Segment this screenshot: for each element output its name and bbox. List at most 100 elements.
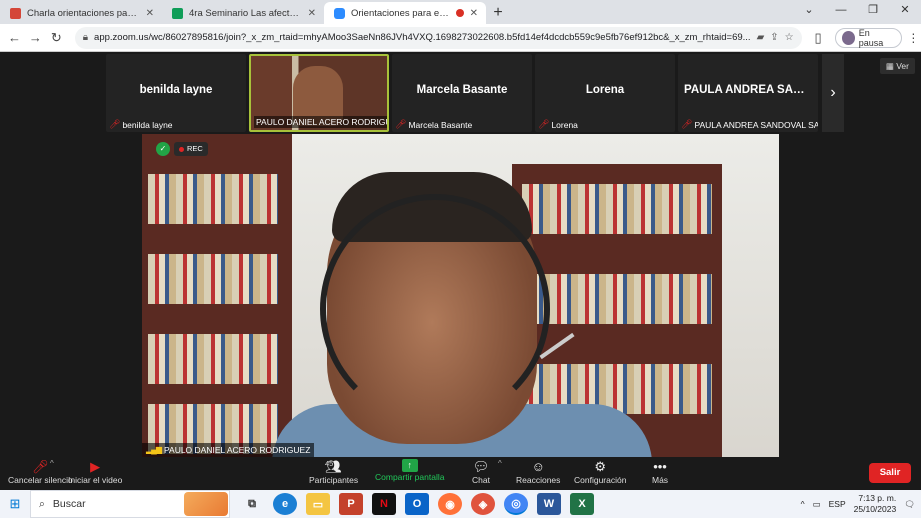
participant-tile[interactable]: PAULA ANDREA SAND... 🎤︎ PAULA ANDREA SAND… (678, 54, 818, 132)
unmute-label: Cancelar silencio (8, 475, 73, 485)
mic-muted-icon: 🎤︎ (395, 119, 407, 129)
new-tab-button[interactable]: + (486, 2, 510, 24)
chevron-down-icon[interactable]: ⌄ (793, 0, 825, 22)
settings-button[interactable]: ⚙ Configuración (574, 459, 626, 485)
recording-icon (455, 9, 464, 17)
reload-icon[interactable]: ↻ (46, 30, 67, 46)
participant-name: Lorena (585, 84, 625, 96)
participant-label: Lorena (551, 119, 578, 130)
close-window-icon[interactable]: ✕ (889, 0, 921, 22)
mic-muted-icon: 🎤︎ (32, 459, 49, 474)
time: 7:13 p. m. (858, 493, 897, 503)
url-field[interactable]: 🔒︎ app.zoom.us/wc/86027895816/join?_x_zm… (74, 26, 802, 49)
next-page-icon[interactable]: › (822, 54, 844, 132)
file-explorer-icon[interactable]: ▭ (306, 493, 330, 515)
chat-label: Chat (472, 475, 490, 485)
close-icon[interactable]: ✕ (308, 8, 316, 19)
profile-button[interactable]: En pausa (834, 27, 902, 48)
participant-name: Marcela Basante (416, 84, 508, 96)
windows-taskbar: ⊞ ⌕ Buscar ⧉ e ▭ P N O ◉ ◈ ◎ W X ^ ▭ ESP… (0, 490, 921, 518)
participant-name: PAULA ANDREA SAND... (684, 84, 818, 96)
view-button[interactable]: ▦ Ver (879, 58, 915, 74)
participants-button[interactable]: 👥︎ 45 Participantes (309, 459, 358, 485)
windows-start-icon[interactable]: ⊞ (0, 496, 30, 512)
speaker-name: PAULO DANIEL ACERO RODRIGUEZ (163, 445, 311, 455)
language-indicator[interactable]: ESP (829, 499, 846, 509)
chrome-icon[interactable]: ◎ (504, 493, 528, 515)
zoom-icon (334, 7, 345, 19)
excel-icon[interactable]: X (570, 493, 594, 515)
participant-label: benilda layne (122, 119, 173, 130)
recording-dot-icon (179, 146, 184, 152)
task-view-icon[interactable]: ⧉ (240, 493, 264, 515)
participants-count: 45 (325, 459, 334, 468)
close-icon[interactable]: ✕ (146, 8, 154, 19)
chat-icon: 💬︎ (472, 459, 490, 474)
participant-tile[interactable]: benilda layne 🎤︎ benilda layne (106, 54, 246, 132)
network-icon[interactable]: ▭ (813, 499, 821, 510)
signal-bars-icon: ▂▄▆ (146, 445, 162, 454)
view-label: Ver (896, 61, 909, 71)
kebab-menu-icon[interactable]: ⋮ (906, 31, 921, 45)
start-video-button[interactable]: ▶︎ Iniciar el video (68, 459, 122, 485)
tab-zoom[interactable]: Orientaciones para el ejerc ✕ (324, 2, 486, 24)
participant-strip: benilda layne 🎤︎ benilda layne PAULO DANI… (106, 54, 818, 132)
recording-badge[interactable]: REC (174, 142, 208, 156)
notification-icon[interactable]: 🗨︎ (904, 499, 915, 510)
participant-tile-active[interactable]: PAULO DANIEL ACERO RODRIGUEZ (249, 54, 389, 132)
unmute-button[interactable]: 🎤︎ Cancelar silencio (8, 459, 73, 485)
share-screen-icon: ↑ (401, 459, 418, 472)
powerpoint-icon[interactable]: P (339, 493, 363, 515)
clock[interactable]: 7:13 p. m. 25/10/2023 (854, 493, 897, 515)
forward-icon[interactable]: → (25, 30, 46, 45)
rec-label: REC (187, 144, 203, 153)
settings-label: Configuración (574, 475, 627, 485)
minimize-icon[interactable]: — (825, 0, 857, 22)
chat-button[interactable]: 💬︎ Chat (472, 459, 490, 485)
star-icon[interactable]: ☆ (785, 32, 794, 43)
participant-tile[interactable]: Lorena 🎤︎ Lorena (535, 54, 675, 132)
bookshelf-left (142, 134, 292, 457)
avatar (841, 30, 855, 45)
shield-icon[interactable]: ✓ (156, 142, 170, 156)
firefox-icon[interactable]: ◉ (438, 493, 462, 515)
word-icon[interactable]: W (537, 493, 561, 515)
tab-gmail[interactable]: Charla orientaciones para el des ✕ (0, 2, 162, 24)
outlook-icon[interactable]: O (405, 493, 429, 515)
chevron-up-icon[interactable]: ^ (498, 459, 502, 468)
reactions-button[interactable]: ☺ Reacciones (516, 459, 560, 485)
more-label: Más (652, 475, 669, 485)
edge-icon[interactable]: e (273, 493, 297, 515)
leave-button[interactable]: Salir (869, 463, 911, 483)
chevron-up-icon[interactable]: ^ (50, 459, 54, 468)
share-icon[interactable]: ⇪ (770, 32, 778, 43)
gmail-icon (10, 7, 21, 19)
url-text: app.zoom.us/wc/86027895816/join?_x_zm_rt… (94, 32, 751, 43)
restore-icon[interactable]: ❐ (857, 0, 889, 22)
more-button[interactable]: ••• Más (652, 459, 668, 485)
address-bar: ← → ↻ 🔒︎ app.zoom.us/wc/86027895816/join… (0, 24, 921, 52)
taskbar-apps: ⧉ e ▭ P N O ◉ ◈ ◎ W X (240, 493, 594, 515)
profile-status: En pausa (858, 27, 884, 48)
back-icon[interactable]: ← (4, 30, 25, 45)
gear-icon: ⚙ (594, 459, 607, 474)
close-icon[interactable]: ✕ (470, 8, 478, 19)
lock-icon[interactable]: 🔒︎ (83, 32, 88, 43)
search-highlight-image (184, 492, 228, 516)
participant-name: benilda layne (139, 84, 213, 96)
share-screen-button[interactable]: ↑ Compartir pantalla (375, 459, 444, 482)
search-icon: ⌕ (39, 497, 45, 510)
participant-tile[interactable]: Marcela Basante 🎤︎ Marcela Basante (392, 54, 532, 132)
chevron-up-icon[interactable]: ^ (801, 499, 805, 509)
grid-icon: ▦ (885, 61, 897, 71)
mic-muted-icon: 🎤︎ (109, 119, 121, 129)
app-icon[interactable]: ◈ (471, 493, 495, 515)
browser-tab-bar: Charla orientaciones para el des ✕ 4ra S… (0, 0, 921, 24)
netflix-icon[interactable]: N (372, 493, 396, 515)
video-off-icon: ▶︎ (90, 459, 101, 474)
more-icon: ••• (653, 459, 667, 474)
system-tray: ^ ▭ ESP 7:13 p. m. 25/10/2023 🗨︎ (801, 490, 921, 518)
tab-seminario[interactable]: 4ra Seminario Las afectaciones c ✕ (162, 2, 324, 24)
camera-icon[interactable]: ▰ (757, 32, 765, 43)
sidebar-icon[interactable]: ▯ (808, 30, 829, 46)
